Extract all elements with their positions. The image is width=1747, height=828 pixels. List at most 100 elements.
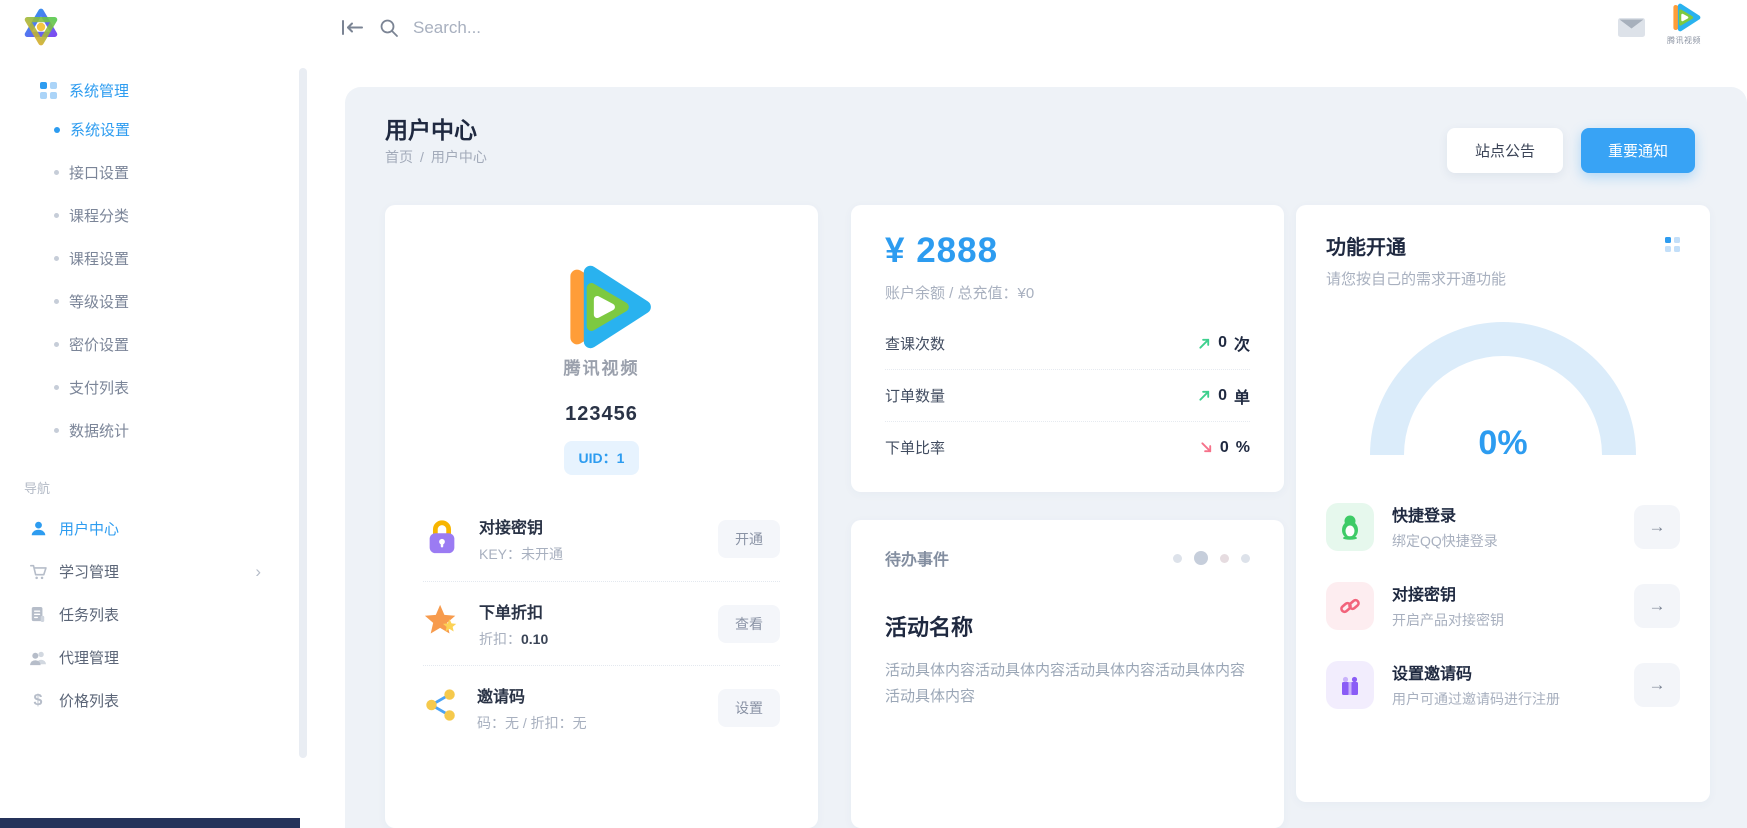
balance-caption: 账户余额 / 总充值：¥0: [885, 282, 1250, 303]
balance-amount: ¥ 2888: [885, 231, 1250, 271]
stat-row-orders: 订单数量 0单: [885, 369, 1250, 421]
app-logo-icon[interactable]: [20, 6, 62, 48]
link-icon: [1326, 582, 1374, 630]
breadcrumb-separator: /: [420, 149, 424, 165]
trend-down-icon: [1200, 441, 1213, 454]
gauge-value: 0%: [1478, 424, 1527, 463]
bullet-icon: [54, 385, 59, 390]
bullet-icon: [54, 299, 59, 304]
main-panel: 用户中心 首页 / 用户中心 站点公告 重要通知 腾讯视频 123456 UID：1: [345, 87, 1747, 828]
list-item-invite-code: 邀请码 码：无 / 折扣：无 设置: [423, 665, 780, 749]
carousel-dots: [1173, 551, 1250, 565]
sidebar-item-agent-management[interactable]: 代理管理: [0, 636, 305, 679]
todo-card: 待办事件 活动名称 活动具体内容活动具体内容活动具体内容活动具体内容活动具体内容: [851, 520, 1284, 828]
star-icon: [423, 602, 461, 645]
search-icon[interactable]: [379, 18, 399, 43]
stat-row-lookups: 查课次数 0次: [885, 317, 1250, 369]
sidebar-item-level-settings[interactable]: 等级设置: [0, 280, 305, 323]
bullet-icon: [54, 256, 59, 261]
stats-rows: 查课次数 0次 订单数量 0单 下单比率 0%: [885, 317, 1250, 473]
sidebar-item-course-category[interactable]: 课程分类: [0, 194, 305, 237]
arrow-right-button[interactable]: →: [1634, 663, 1680, 707]
lock-icon: [423, 517, 461, 562]
bullet-icon: [54, 127, 60, 133]
tencent-video-logo: [546, 261, 658, 358]
list-item-api-key: 对接密钥 KEY：未开通 开通: [423, 497, 780, 581]
progress-gauge: 0%: [1353, 303, 1653, 465]
important-notice-button[interactable]: 重要通知: [1581, 128, 1695, 173]
grid-icon: [40, 82, 57, 99]
profile-card: 腾讯视频 123456 UID：1 对接密钥 KEY：未开通 开通: [385, 205, 818, 828]
chevron-right-icon: ›: [255, 562, 261, 582]
set-invite-button[interactable]: 设置: [718, 689, 780, 727]
bullet-icon: [54, 213, 59, 218]
feature-item-quick-login: 快捷登录 绑定QQ快捷登录 →: [1326, 487, 1680, 566]
bullet-icon: [54, 342, 59, 347]
gift-icon: [1326, 661, 1374, 709]
profile-username: 123456: [565, 403, 638, 426]
activity-title: 活动名称: [885, 610, 1250, 642]
site-announcement-button[interactable]: 站点公告: [1447, 128, 1563, 173]
open-key-button[interactable]: 开通: [718, 520, 780, 558]
features-subtitle: 请您按自己的需求开通功能: [1326, 268, 1680, 289]
sidebar-item-secret-price[interactable]: 密价设置: [0, 323, 305, 366]
carousel-dot[interactable]: [1220, 554, 1229, 563]
features-list: 快捷登录 绑定QQ快捷登录 → 对接密钥 开启产品对接密钥 →: [1326, 487, 1680, 724]
feature-item-api-key: 对接密钥 开启产品对接密钥 →: [1326, 566, 1680, 645]
topbar: 腾讯视频: [305, 0, 1747, 87]
profile-feature-list: 对接密钥 KEY：未开通 开通 下单折扣 折扣：0.10 查看: [385, 497, 818, 749]
sidebar-scrollbar[interactable]: [299, 68, 307, 758]
sidebar-menu: 系统管理 系统设置 接口设置 课程分类 课程设置 等级设置 密价设置 支付列表 …: [0, 72, 305, 722]
balance-card: ¥ 2888 账户余额 / 总充值：¥0 查课次数 0次 订单数量 0单 下单比…: [851, 205, 1284, 492]
search-input[interactable]: [413, 13, 973, 43]
list-item-order-discount: 下单折扣 折扣：0.10 查看: [423, 581, 780, 665]
breadcrumb-current: 用户中心: [431, 149, 487, 165]
brand-caption: 腾讯视频: [564, 354, 640, 379]
page-title: 用户中心: [385, 111, 477, 145]
tasks-icon: [28, 605, 48, 625]
sidebar-item-course-settings[interactable]: 课程设置: [0, 237, 305, 280]
carousel-dot-active[interactable]: [1194, 551, 1208, 565]
dollar-icon: $: [28, 691, 48, 711]
sidebar-section-label: 导航: [0, 452, 305, 507]
todo-header: 待办事件: [885, 546, 949, 570]
sidebar-item-price-list[interactable]: $ 价格列表: [0, 679, 305, 722]
sidebar-group-label: 系统管理: [69, 80, 129, 101]
qq-icon: [1326, 503, 1374, 551]
cart-icon: [28, 562, 48, 582]
share-icon: [423, 686, 459, 729]
mail-icon[interactable]: [1618, 18, 1645, 42]
sidebar-item-user-center[interactable]: 用户中心: [0, 507, 305, 550]
bullet-icon: [54, 428, 59, 433]
bullet-icon: [54, 170, 59, 175]
arrow-right-button[interactable]: →: [1634, 505, 1680, 549]
sidebar-item-study-management[interactable]: 学习管理 ›: [0, 550, 305, 593]
activity-body: 活动具体内容活动具体内容活动具体内容活动具体内容活动具体内容: [885, 658, 1250, 711]
sidebar-item-system-settings[interactable]: 系统设置: [0, 108, 305, 151]
view-discount-button[interactable]: 查看: [718, 605, 780, 643]
breadcrumb: 首页 / 用户中心: [385, 147, 487, 167]
feature-item-invite-code: 设置邀请码 用户可通过邀请码进行注册 →: [1326, 645, 1680, 724]
sidebar-item-payment-list[interactable]: 支付列表: [0, 366, 305, 409]
brand-caption: 腾讯视频: [1660, 35, 1708, 46]
carousel-dot[interactable]: [1173, 554, 1182, 563]
arrow-right-button[interactable]: →: [1634, 584, 1680, 628]
people-icon: [28, 648, 48, 668]
carousel-dot[interactable]: [1241, 554, 1250, 563]
user-icon: [28, 519, 48, 539]
sidebar: 系统管理 系统设置 接口设置 课程分类 课程设置 等级设置 密价设置 支付列表 …: [0, 0, 305, 828]
features-title: 功能开通: [1326, 231, 1406, 260]
sidebar-bottom-bar: [0, 818, 300, 828]
breadcrumb-home[interactable]: 首页: [385, 149, 413, 165]
sidebar-item-task-list[interactable]: 任务列表: [0, 593, 305, 636]
sidebar-item-api-settings[interactable]: 接口设置: [0, 151, 305, 194]
collapse-sidebar-icon[interactable]: [341, 19, 363, 41]
sidebar-group-system[interactable]: 系统管理: [0, 72, 305, 108]
uid-badge: UID：1: [564, 441, 640, 475]
grid-dots-icon[interactable]: [1665, 237, 1680, 252]
stat-row-ratio: 下单比率 0%: [885, 421, 1250, 473]
sidebar-item-data-stats[interactable]: 数据统计: [0, 409, 305, 452]
features-card: 功能开通 请您按自己的需求开通功能 0%: [1296, 205, 1710, 802]
account-avatar[interactable]: 腾讯视频: [1660, 2, 1708, 46]
trend-up-icon: [1198, 337, 1211, 350]
